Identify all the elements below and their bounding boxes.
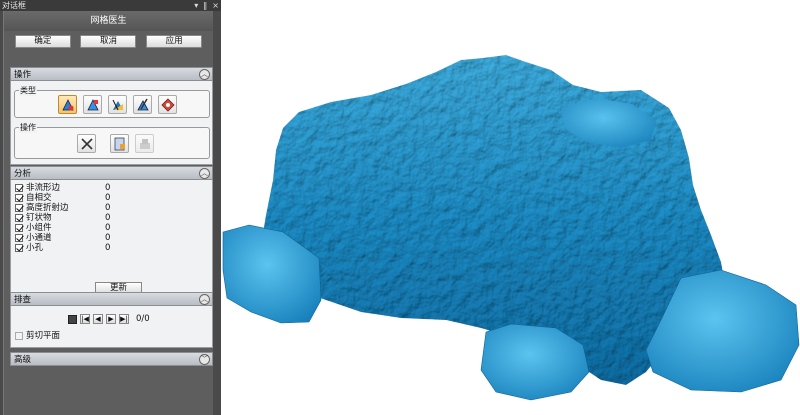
list-item[interactable]: 非流形边 [15, 183, 60, 193]
fill-hole-icon[interactable] [83, 95, 102, 114]
inspect-section-body: |◀ ◀ ▶ ▶| 0/0 剪切平面 [10, 306, 213, 348]
item-value: 0 [105, 203, 111, 213]
pinwheel-icon[interactable] [158, 95, 177, 114]
list-item[interactable]: 小孔 [15, 243, 43, 253]
inspect-section-header[interactable]: 排查 ︿ [10, 292, 213, 306]
checkbox[interactable] [15, 244, 23, 252]
advanced-section-title: 高级 [14, 355, 32, 365]
operation-section-title: 操作 [14, 70, 32, 80]
item-label: 小通道 [26, 233, 52, 243]
panel-titlebar[interactable]: 对话框 ▾ ‖ × [0, 0, 221, 11]
checkbox[interactable] [15, 224, 23, 232]
inspect-navigation: |◀ ◀ ▶ ▶| 0/0 [68, 314, 150, 324]
analysis-section-body: 非流形边 0 自相交 0 高度折射边 0 钉状物 0 小组件 0 小通道 0 小… [10, 180, 213, 294]
item-value: 0 [105, 223, 111, 233]
checkbox[interactable] [15, 194, 23, 202]
close-icon[interactable]: × [212, 0, 219, 11]
last-button[interactable]: ▶| [119, 314, 129, 324]
action-button-row: 确定 取消 应用 [4, 31, 213, 51]
collapse-icon[interactable]: ︿ [199, 294, 210, 305]
expand-icon[interactable]: ﹀ [199, 354, 210, 365]
stop-icon[interactable] [68, 314, 77, 324]
list-item[interactable]: 自相交 [15, 193, 52, 203]
item-label: 非流形边 [26, 183, 61, 193]
item-value: 0 [105, 193, 111, 203]
checkbox[interactable] [15, 184, 23, 192]
dialog-panel: 对话框 ▾ ‖ × 网格医生 确定 取消 应用 操作 ︿ 类型 操作 分析 ︿ … [0, 0, 221, 415]
advanced-section-header[interactable]: 高级 ﹀ [10, 352, 213, 366]
list-item[interactable]: 小通道 [15, 233, 52, 243]
item-label: 钉状物 [26, 213, 52, 223]
mesh-model[interactable] [221, 0, 800, 415]
item-value: 0 [105, 243, 111, 253]
list-item[interactable]: 小组件 [15, 223, 52, 233]
dialog-title: 网格医生 [4, 11, 213, 31]
collapse-icon[interactable]: ︿ [199, 168, 210, 179]
3d-viewport[interactable] [221, 0, 800, 415]
repair-doc-icon[interactable] [110, 134, 129, 153]
type-group: 类型 [14, 85, 210, 118]
first-button[interactable]: |◀ [80, 314, 90, 324]
auto-repair-icon[interactable] [58, 95, 77, 114]
checkbox[interactable] [15, 234, 23, 242]
item-label: 小组件 [26, 223, 52, 233]
dialog-body: 网格医生 确定 取消 应用 操作 ︿ 类型 操作 分析 ︿ 非流形边 0 自相交… [3, 11, 213, 415]
item-label: 高度折射边 [26, 203, 69, 213]
panel-title: 对话框 [2, 1, 26, 10]
ok-button[interactable]: 确定 [14, 34, 71, 48]
operation-section-body: 类型 操作 [10, 81, 213, 165]
analysis-section-header[interactable]: 分析 ︿ [10, 166, 213, 180]
inspect-section-title: 排查 [14, 295, 32, 305]
item-label: 自相交 [26, 193, 52, 203]
item-label: 小孔 [26, 243, 44, 253]
item-value: 0 [105, 233, 111, 243]
prev-button[interactable]: ◀ [93, 314, 103, 324]
list-item[interactable]: 钉状物 [15, 213, 52, 223]
checkbox[interactable] [15, 204, 23, 212]
stack-icon[interactable] [135, 134, 154, 153]
delete-x-icon[interactable] [77, 134, 96, 153]
trim-icon[interactable] [108, 95, 127, 114]
type-group-label: 类型 [19, 85, 37, 96]
action-group: 操作 [14, 122, 210, 159]
action-group-label: 操作 [19, 122, 37, 133]
list-item[interactable]: 高度折射边 [15, 203, 69, 213]
smooth-brush-icon[interactable] [133, 95, 152, 114]
clip-plane-checkbox[interactable] [15, 332, 23, 340]
item-value: 0 [105, 183, 111, 193]
collapse-icon[interactable]: ︿ [199, 69, 210, 80]
operation-section-header[interactable]: 操作 ︿ [10, 67, 213, 81]
issue-counter: 0/0 [136, 314, 150, 324]
clip-plane-label: 剪切平面 [26, 331, 61, 341]
analysis-section-title: 分析 [14, 169, 32, 179]
pin-icon[interactable]: ‖ [203, 0, 207, 11]
dropdown-icon[interactable]: ▾ [194, 0, 198, 11]
item-value: 0 [105, 213, 111, 223]
next-button[interactable]: ▶ [106, 314, 116, 324]
cancel-button[interactable]: 取消 [80, 34, 137, 48]
apply-button[interactable]: 应用 [146, 34, 203, 48]
clip-plane-option[interactable]: 剪切平面 [15, 331, 60, 341]
checkbox[interactable] [15, 214, 23, 222]
